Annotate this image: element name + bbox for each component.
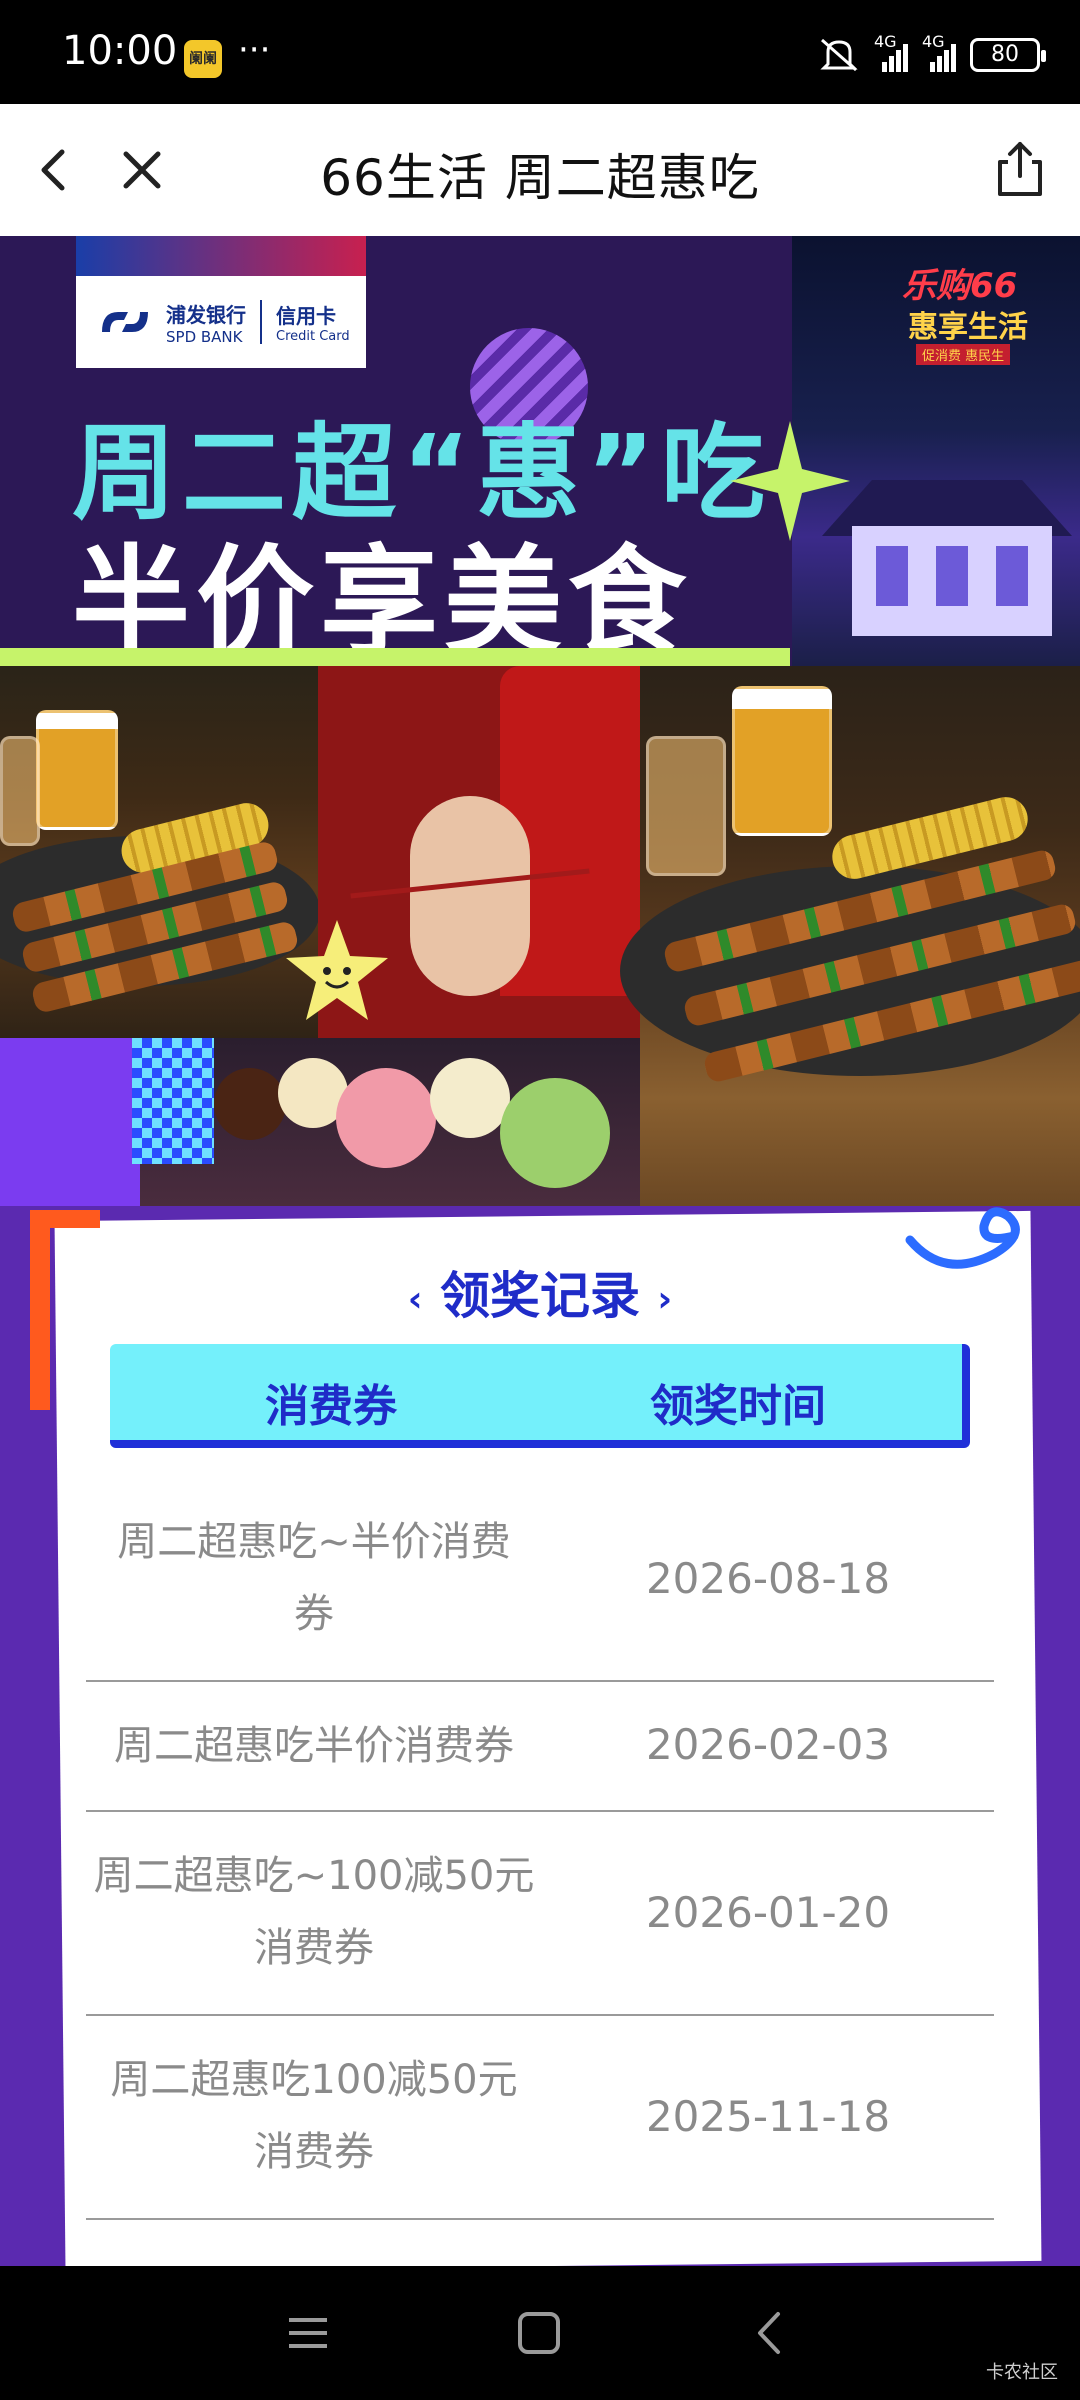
coupon-name: 周二超惠吃~半价消费 券 xyxy=(117,1519,511,1637)
banner-subheadline: 半价享美食 xyxy=(72,533,693,666)
promo-badge-tagline: 促消费 惠民生 xyxy=(916,344,1011,365)
logo-divider xyxy=(260,300,262,344)
bbq-photo-left xyxy=(0,666,320,1038)
system-back-icon[interactable] xyxy=(738,2300,804,2366)
column-header-coupon: 消费券 xyxy=(265,1381,397,1432)
spd-bank-logo-icon xyxy=(102,312,148,332)
table-row: 周二超惠吃~100减50元 消费券 2026-01-20 xyxy=(86,1812,994,2016)
card-accent xyxy=(30,1210,100,1228)
table-row: 周二超惠吃100减50元 消费券 2025-11-18 xyxy=(86,2016,994,2220)
table-row: 周二超惠吃半价消费券 2026-02-03 xyxy=(86,1682,994,1812)
bank-name-cn: 浦发银行 xyxy=(166,302,246,327)
banner-underline xyxy=(0,648,790,666)
banner-stripe xyxy=(76,236,366,276)
promo-badge-subtitle: 惠享生活 xyxy=(908,310,1028,345)
bbq-photo-right xyxy=(620,666,1080,1206)
battery-icon: 80 xyxy=(970,38,1046,72)
bank-name-en: SPD BANK xyxy=(166,327,243,346)
record-title-text: 领奖记录 xyxy=(440,1267,640,1325)
coupon-name: 周二超惠吃半价消费券 xyxy=(114,1723,514,1769)
claim-date: 2026-02-03 xyxy=(645,1720,891,1769)
claim-date: 2026-01-20 xyxy=(645,1888,891,1937)
signal-icon: 4G xyxy=(922,32,956,72)
page-title: 66生活 周二超惠吃 xyxy=(320,149,760,207)
network-type-label: 4G xyxy=(922,32,945,51)
watermark: 卡农社区 xyxy=(986,2362,1058,2383)
promo-banner: 浦发银行 SPD BANK 信用卡 Credit Card 周二超“惠”吃 半价… xyxy=(0,236,1080,666)
menu-icon[interactable] xyxy=(275,2300,341,2366)
sparkle-star-icon xyxy=(730,421,850,541)
table-row: 周二超惠吃~半价消费 券 2026-08-18 xyxy=(86,1478,994,1682)
share-icon[interactable] xyxy=(980,130,1060,210)
system-navigation-bar: 卡农社区 xyxy=(0,2266,1080,2400)
claim-date: 2026-08-18 xyxy=(645,1554,891,1603)
record-section-title: ‹ 领奖记录 › xyxy=(407,1267,673,1325)
coupon-name: 周二超惠吃100减50元 消费券 xyxy=(110,2057,518,2175)
bank-name: 浦发银行 SPD BANK xyxy=(166,299,246,346)
claim-date: 2025-11-18 xyxy=(645,2092,891,2141)
promo-badge: 乐购66 惠享生活 促消费 惠民生 xyxy=(902,252,1062,372)
smiley-star-icon xyxy=(286,920,388,1020)
app-notification-icon: 阑阑 xyxy=(184,40,222,78)
more-notifications-icon: ··· xyxy=(238,30,271,70)
home-icon[interactable] xyxy=(506,2300,572,2366)
status-bar: 10:00 阑阑 ··· 4G 4G 80 xyxy=(0,0,1080,104)
mute-icon xyxy=(820,38,858,72)
card-name-en: Credit Card xyxy=(276,329,350,344)
status-time: 10:00 xyxy=(62,28,178,74)
card-name-cn: 信用卡 xyxy=(276,304,336,328)
promo-badge-title: 乐购66 xyxy=(902,266,1018,306)
column-header-time: 领奖时间 xyxy=(650,1381,826,1432)
card-name: 信用卡 Credit Card xyxy=(276,300,350,344)
nav-bar: 66生活 周二超惠吃 xyxy=(0,104,1080,236)
purple-decoration xyxy=(0,1038,140,1206)
food-collage xyxy=(0,666,1080,1206)
status-indicators: 4G 4G 80 xyxy=(818,32,1046,74)
signal-icon: 4G xyxy=(874,32,908,72)
record-table-header: 消费券 领奖时间 xyxy=(110,1344,970,1448)
bank-logo: 浦发银行 SPD BANK 信用卡 Credit Card xyxy=(76,276,366,368)
network-type-label: 4G xyxy=(874,32,897,51)
checker-decoration xyxy=(132,1038,214,1164)
coupon-name: 周二超惠吃~100减50元 消费券 xyxy=(93,1853,535,1971)
